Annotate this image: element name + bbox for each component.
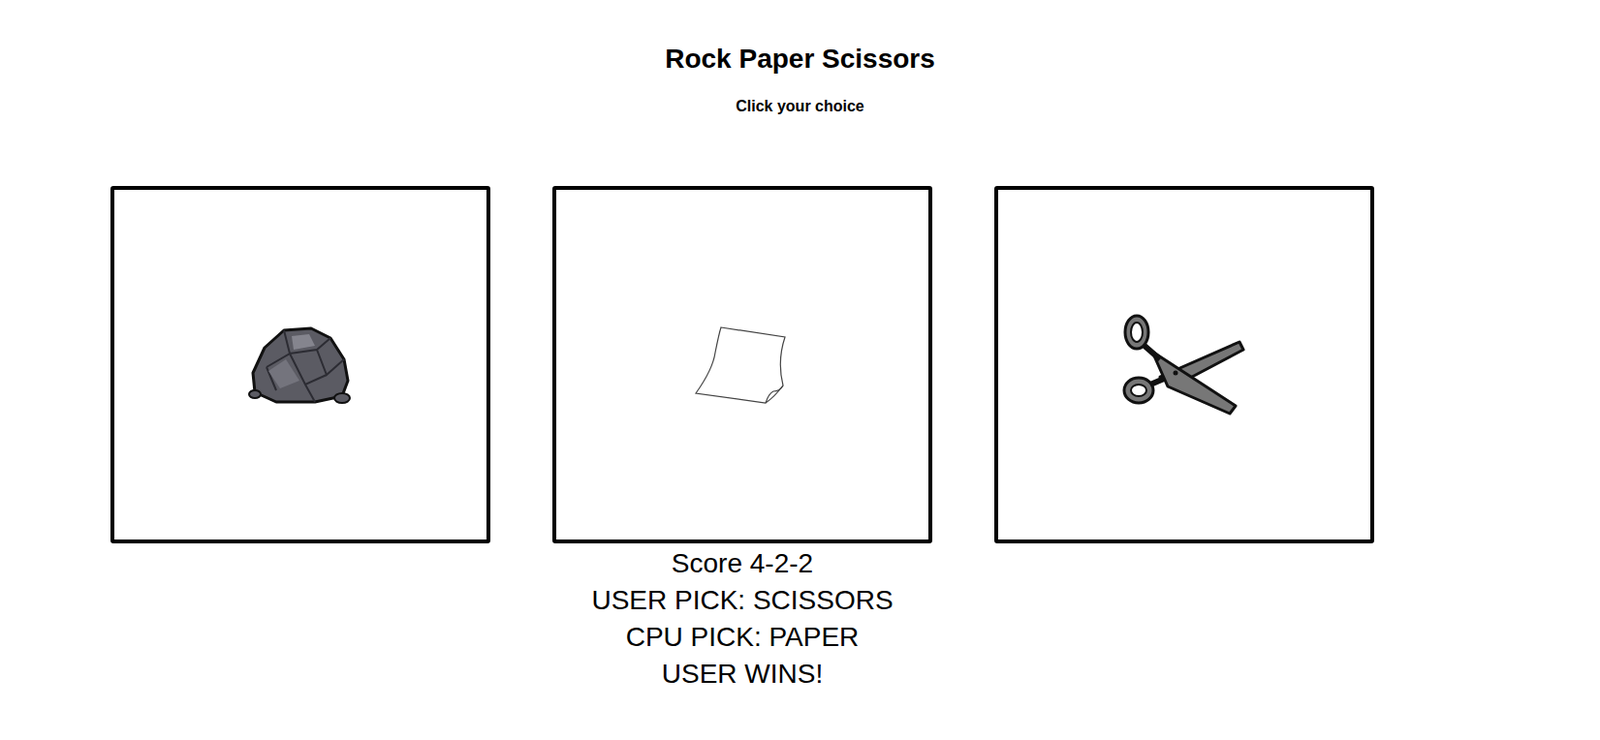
instructions: Click your choice	[0, 95, 1600, 118]
choice-card[interactable]	[552, 186, 933, 544]
choice-card[interactable]	[110, 186, 491, 544]
outcome: USER WINS!	[661, 656, 823, 693]
paper-icon	[691, 323, 793, 408]
score: Score 4-2-2	[671, 545, 814, 583]
results-panel: Score 4-2-2 USER PICK: SCISSORS CPU PICK…	[110, 545, 1375, 693]
game-title: Rock Paper Scissors	[0, 42, 1600, 76]
user-pick: USER PICK: SCISSORS	[591, 582, 893, 620]
board: Score 4-2-2 USER PICK: SCISSORS CPU PICK…	[110, 186, 1375, 693]
scissors-icon	[1121, 313, 1248, 418]
choice-row	[110, 186, 1375, 544]
cpu-pick: CPU PICK: PAPER	[626, 619, 860, 657]
rock-icon	[247, 324, 354, 407]
game-page: Rock Paper Scissors Click your choice Sc…	[0, 0, 1600, 740]
choice-card[interactable]	[994, 186, 1375, 544]
